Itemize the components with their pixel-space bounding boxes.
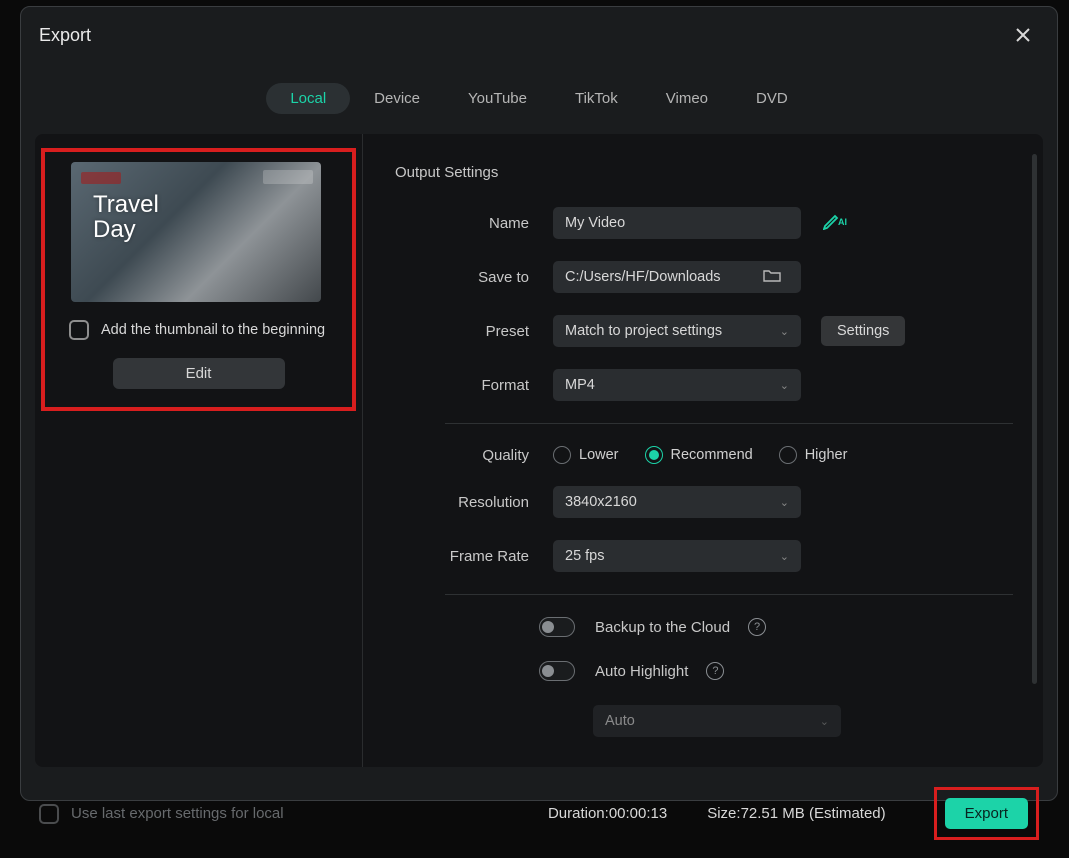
auto-highlight-toggle[interactable] bbox=[539, 661, 575, 681]
export-tabs: Local Device YouTube TikTok Vimeo DVD bbox=[21, 83, 1057, 114]
export-body: TravelDay Add the thumbnail to the begin… bbox=[35, 134, 1043, 767]
export-button[interactable]: Export bbox=[945, 798, 1028, 829]
chevron-down-icon: ⌄ bbox=[780, 325, 789, 338]
tab-local[interactable]: Local bbox=[266, 83, 350, 114]
format-label: Format bbox=[395, 377, 553, 394]
add-thumbnail-label: Add the thumbnail to the beginning bbox=[101, 322, 325, 338]
quality-lower-radio[interactable]: Lower bbox=[553, 446, 619, 464]
close-button[interactable] bbox=[1009, 21, 1037, 49]
duration-info: Duration:00:00:13 bbox=[548, 805, 667, 822]
chevron-down-icon: ⌄ bbox=[780, 496, 789, 509]
quality-label: Quality bbox=[395, 447, 553, 464]
divider bbox=[445, 594, 1013, 595]
auto-select[interactable]: Auto ⌄ bbox=[593, 705, 841, 737]
quality-higher-radio[interactable]: Higher bbox=[779, 446, 848, 464]
size-info: Size:72.51 MB (Estimated) bbox=[707, 805, 885, 822]
resolution-label: Resolution bbox=[395, 494, 553, 511]
saveto-input[interactable]: C:/Users/HF/Downloads bbox=[553, 261, 801, 293]
name-label: Name bbox=[395, 215, 553, 232]
quality-radios: Lower Recommend Higher bbox=[553, 446, 847, 464]
backup-info-icon[interactable]: ? bbox=[748, 618, 766, 636]
name-input[interactable]: My Video bbox=[553, 207, 801, 239]
tab-dvd[interactable]: DVD bbox=[732, 83, 812, 114]
saveto-label: Save to bbox=[395, 269, 553, 286]
resolution-select[interactable]: 3840x2160 ⌄ bbox=[553, 486, 801, 518]
add-thumbnail-checkbox[interactable] bbox=[69, 320, 89, 340]
output-settings-title: Output Settings bbox=[395, 164, 1013, 181]
auto-highlight-label: Auto Highlight bbox=[595, 663, 688, 680]
backup-cloud-label: Backup to the Cloud bbox=[595, 619, 730, 636]
preset-select[interactable]: Match to project settings ⌄ bbox=[553, 315, 801, 347]
thumbnail-highlight-frame: TravelDay Add the thumbnail to the begin… bbox=[41, 148, 356, 411]
output-settings-panel: Output Settings Name My Video AI Save to… bbox=[363, 134, 1043, 767]
preset-label: Preset bbox=[395, 323, 553, 340]
edit-thumbnail-button[interactable]: Edit bbox=[113, 358, 285, 389]
add-thumbnail-row: Add the thumbnail to the beginning bbox=[69, 320, 326, 340]
preset-settings-button[interactable]: Settings bbox=[821, 316, 905, 346]
chevron-down-icon: ⌄ bbox=[780, 379, 789, 392]
backup-cloud-toggle[interactable] bbox=[539, 617, 575, 637]
tab-vimeo[interactable]: Vimeo bbox=[642, 83, 732, 114]
chevron-down-icon: ⌄ bbox=[780, 550, 789, 563]
export-dialog: Export Local Device YouTube TikTok Vimeo… bbox=[20, 6, 1058, 801]
folder-icon bbox=[763, 268, 781, 287]
export-footer: Use last export settings for local Durat… bbox=[21, 777, 1057, 858]
tab-device[interactable]: Device bbox=[350, 83, 444, 114]
export-button-highlight-frame: Export bbox=[934, 787, 1039, 840]
thumbnail-panel: TravelDay Add the thumbnail to the begin… bbox=[35, 134, 363, 767]
quality-recommend-radio[interactable]: Recommend bbox=[645, 446, 753, 464]
thumbnail-text-overlay: TravelDay bbox=[93, 192, 159, 242]
tab-youtube[interactable]: YouTube bbox=[444, 83, 551, 114]
close-icon bbox=[1013, 25, 1033, 45]
ai-rename-icon[interactable]: AI bbox=[823, 212, 847, 235]
framerate-select[interactable]: 25 fps ⌄ bbox=[553, 540, 801, 572]
chevron-down-icon: ⌄ bbox=[820, 715, 829, 728]
tab-tiktok[interactable]: TikTok bbox=[551, 83, 642, 114]
format-select[interactable]: MP4 ⌄ bbox=[553, 369, 801, 401]
dialog-title: Export bbox=[39, 25, 91, 46]
svg-text:AI: AI bbox=[838, 217, 847, 227]
auto-highlight-info-icon[interactable]: ? bbox=[706, 662, 724, 680]
use-last-settings-label: Use last export settings for local bbox=[71, 805, 284, 822]
framerate-label: Frame Rate bbox=[395, 548, 553, 565]
divider bbox=[445, 423, 1013, 424]
use-last-settings-checkbox[interactable] bbox=[39, 804, 59, 824]
scrollbar[interactable] bbox=[1032, 154, 1037, 684]
thumbnail-preview[interactable]: TravelDay bbox=[71, 162, 321, 302]
